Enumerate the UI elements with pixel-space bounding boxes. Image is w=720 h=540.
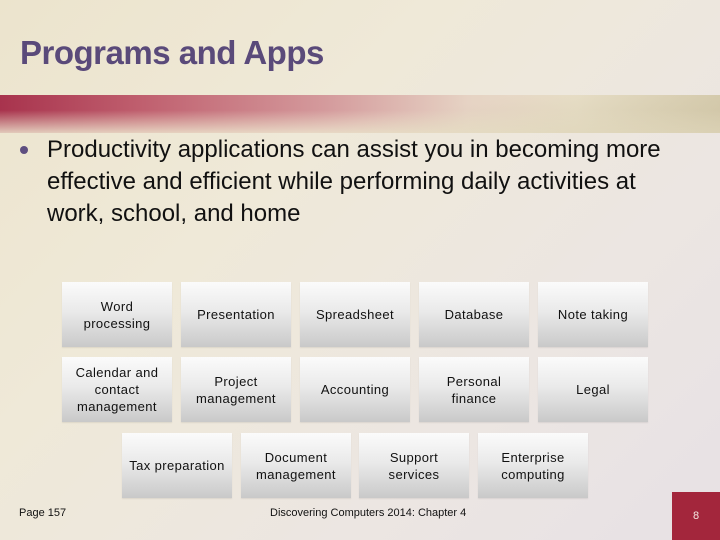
category-support-services[interactable]: Support services (359, 433, 469, 498)
category-accounting[interactable]: Accounting (300, 357, 410, 422)
category-presentation[interactable]: Presentation (181, 282, 291, 347)
category-note-taking[interactable]: Note taking (538, 282, 648, 347)
category-spreadsheet[interactable]: Spreadsheet (300, 282, 410, 347)
footer-book-title: Discovering Computers 2014: Chapter 4 (270, 507, 467, 519)
category-word-processing[interactable]: Word processing (62, 282, 172, 347)
category-legal[interactable]: Legal (538, 357, 648, 422)
category-document-management[interactable]: Document management (241, 433, 351, 498)
bullet-dot-icon (20, 146, 28, 154)
category-project-management[interactable]: Project management (181, 357, 291, 422)
category-calendar-contact[interactable]: Calendar and contact management (62, 357, 172, 422)
category-personal-finance[interactable]: Personal finance (419, 357, 529, 422)
title-divider-shade (0, 95, 720, 133)
slide-title: Programs and Apps (20, 34, 324, 71)
bullet-text: Productivity applications can assist you… (47, 136, 661, 227)
category-tax-preparation[interactable]: Tax preparation (122, 433, 232, 498)
category-database[interactable]: Database (419, 282, 529, 347)
category-enterprise-computing[interactable]: Enterprise computing (478, 433, 588, 498)
slide-number-badge: 8 (672, 492, 720, 540)
footer-page-reference: Page 157 (19, 507, 67, 519)
slide-number: 8 (692, 510, 700, 522)
